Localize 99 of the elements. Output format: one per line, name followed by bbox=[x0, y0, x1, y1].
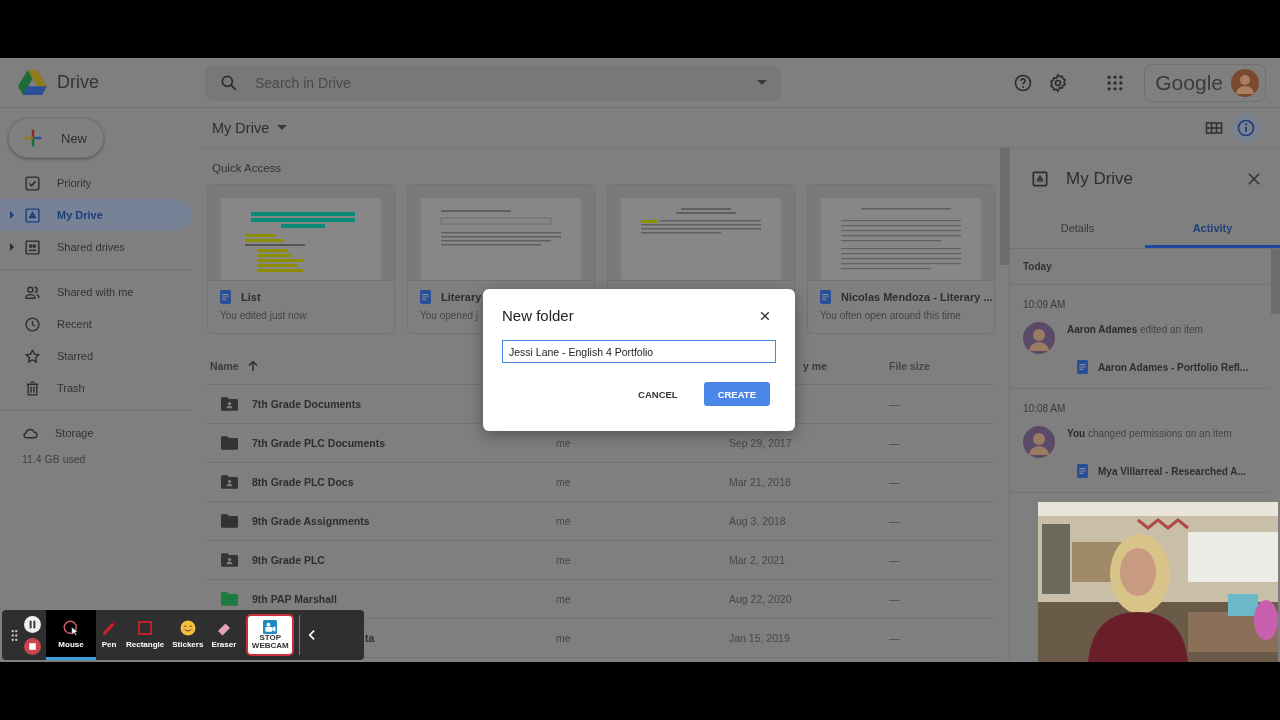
clock-icon bbox=[24, 315, 41, 333]
shared-drive-icon bbox=[24, 238, 41, 256]
file-name: Literary bbox=[441, 291, 482, 303]
scrollbar[interactable] bbox=[1271, 249, 1280, 314]
info-button[interactable] bbox=[1232, 113, 1260, 142]
nav-item[interactable]: My Drive bbox=[0, 199, 192, 231]
caret-icon bbox=[277, 125, 288, 130]
avatar-icon bbox=[1231, 68, 1259, 97]
tool-button[interactable]: Stickers bbox=[168, 610, 208, 660]
document-icon bbox=[1077, 360, 1088, 374]
file-link[interactable]: Aaron Adames - Portfolio Refl... bbox=[1098, 361, 1249, 373]
avatar-icon bbox=[1023, 426, 1055, 458]
storage-usage: 11.4 GB used bbox=[21, 453, 87, 465]
caret-icon[interactable] bbox=[757, 80, 767, 85]
nav-item[interactable]: Starred bbox=[0, 340, 192, 372]
file-size: — bbox=[889, 515, 900, 527]
expand-icon[interactable] bbox=[10, 243, 14, 251]
day-heading: Today bbox=[1010, 249, 1269, 285]
drive-logo-icon bbox=[18, 70, 47, 95]
document-icon bbox=[1077, 464, 1088, 478]
cancel-button[interactable]: CANCEL bbox=[626, 382, 690, 406]
tool-button[interactable]: Pen bbox=[96, 610, 122, 660]
file-size: — bbox=[889, 554, 900, 566]
plus-icon bbox=[23, 128, 43, 148]
file-size: — bbox=[889, 476, 900, 488]
folder-icon bbox=[221, 475, 238, 489]
panel-tab[interactable]: Activity bbox=[1145, 210, 1280, 248]
collapse-icon[interactable] bbox=[307, 629, 317, 641]
sort-arrow-icon[interactable] bbox=[246, 359, 259, 372]
folder-icon bbox=[221, 436, 238, 450]
tool-button[interactable]: Mouse bbox=[46, 610, 96, 660]
folder-name[interactable]: ta bbox=[365, 632, 375, 644]
column-header[interactable]: y me bbox=[803, 359, 827, 372]
file-name: List bbox=[241, 291, 261, 303]
nav-item[interactable]: Shared drives bbox=[0, 231, 192, 263]
drive-folder-icon bbox=[1030, 169, 1050, 189]
file-name: Nicolas Mendoza - Literary ... bbox=[841, 291, 993, 303]
folder-name[interactable]: 8th Grade PLC Docs bbox=[252, 476, 354, 488]
folder-icon bbox=[221, 514, 238, 528]
nav-item[interactable]: Trash bbox=[0, 372, 192, 404]
document-icon bbox=[420, 290, 431, 304]
column-header[interactable]: File size bbox=[889, 359, 930, 372]
people-icon bbox=[24, 283, 41, 301]
panel-tab[interactable]: Details bbox=[1010, 210, 1145, 248]
nav-item[interactable]: Priority bbox=[0, 167, 192, 199]
tool-button[interactable]: Rectangle bbox=[122, 610, 169, 660]
star-icon bbox=[24, 347, 41, 365]
activity-time: 10:09 AM bbox=[1023, 299, 1067, 310]
file-size: — bbox=[889, 593, 900, 605]
checkbox-icon bbox=[24, 174, 41, 192]
document-icon bbox=[820, 290, 831, 304]
activity-time: 10:08 AM bbox=[1023, 403, 1067, 414]
file-card[interactable]: List You edited just now bbox=[207, 184, 395, 334]
folder-name[interactable]: 7th Grade Documents bbox=[252, 398, 362, 410]
account-button[interactable]: Google bbox=[1144, 63, 1266, 102]
drag-handle-icon[interactable] bbox=[11, 628, 18, 642]
stop-icon[interactable] bbox=[24, 637, 41, 655]
help-icon[interactable] bbox=[1013, 72, 1034, 93]
cursor-icon bbox=[62, 618, 80, 637]
search-icon[interactable] bbox=[219, 72, 239, 93]
folder-icon bbox=[221, 553, 238, 567]
camera-icon bbox=[263, 619, 278, 634]
avatar-icon bbox=[1023, 322, 1055, 354]
expand-icon[interactable] bbox=[10, 211, 14, 219]
dialog-title: New folder bbox=[502, 307, 574, 324]
file-size: — bbox=[889, 632, 900, 644]
folder-icon bbox=[221, 397, 238, 411]
storage-link[interactable]: Storage bbox=[55, 427, 94, 439]
activity-note: You edited just now bbox=[220, 310, 307, 321]
rectangle-icon bbox=[136, 618, 155, 637]
create-button[interactable]: CREATE bbox=[703, 382, 770, 406]
location-dropdown[interactable]: My Drive bbox=[206, 115, 294, 140]
document-icon bbox=[220, 290, 231, 304]
tool-button[interactable]: Eraser bbox=[207, 610, 241, 660]
smiley-icon bbox=[178, 618, 197, 637]
file-link[interactable]: Mya Villarreal - Researched A... bbox=[1098, 465, 1246, 477]
new-button[interactable]: New bbox=[8, 118, 104, 158]
panel-title: My Drive bbox=[1066, 169, 1134, 189]
file-size: — bbox=[889, 437, 900, 449]
info-icon bbox=[1236, 117, 1256, 138]
folder-name[interactable]: 7th Grade PLC Documents bbox=[252, 437, 386, 449]
close-icon[interactable] bbox=[760, 310, 770, 321]
folder-name[interactable]: 9th Grade Assignments bbox=[252, 515, 370, 527]
column-header[interactable]: Name bbox=[210, 359, 239, 372]
section-heading: Quick Access bbox=[212, 162, 283, 176]
folder-name[interactable]: 9th Grade PLC bbox=[252, 554, 325, 566]
folder-name[interactable]: 9th PAP Marshall bbox=[252, 593, 337, 605]
file-size: — bbox=[889, 398, 900, 410]
folder-name-field[interactable]: Jessi Lane - English 4 Portfolio bbox=[502, 340, 776, 363]
pen-icon bbox=[100, 618, 118, 637]
nav-item[interactable]: Shared with me bbox=[0, 276, 192, 308]
trash-icon bbox=[24, 379, 41, 397]
folder-icon bbox=[221, 592, 238, 606]
settings-icon[interactable] bbox=[1048, 72, 1069, 93]
drive-icon bbox=[24, 206, 41, 224]
product-name: Drive bbox=[57, 72, 99, 93]
nav-item[interactable]: Recent bbox=[0, 308, 192, 340]
pause-icon[interactable] bbox=[24, 615, 41, 633]
stop-webcam-button[interactable]: STOP WEBCAM bbox=[246, 614, 295, 656]
